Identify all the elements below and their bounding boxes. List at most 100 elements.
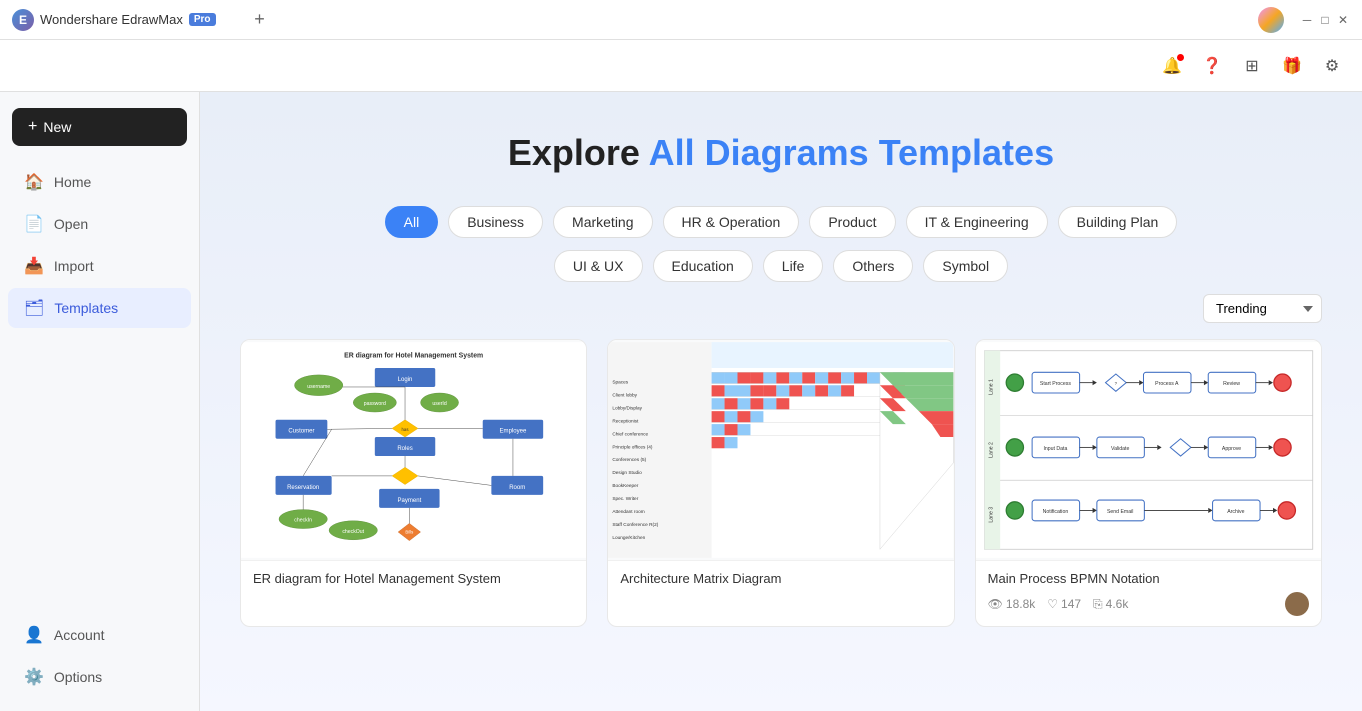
filter-chip-symbol[interactable]: Symbol — [923, 250, 1008, 282]
sidebar-item-import-label: Import — [54, 258, 94, 274]
import-icon: 📥 — [24, 256, 44, 276]
svg-text:checkOut: checkOut — [342, 529, 364, 535]
svg-text:Staff Conference R(2): Staff Conference R(2) — [613, 522, 659, 528]
svg-text:password: password — [364, 401, 386, 407]
options-icon: ⚙️ — [24, 667, 44, 687]
filter-chip-hr-operation[interactable]: HR & Operation — [663, 206, 800, 238]
svg-text:Client lobby: Client lobby — [613, 392, 638, 398]
svg-text:Room: Room — [509, 485, 525, 491]
svg-text:Archive: Archive — [1227, 509, 1244, 515]
template-card-bpmn[interactable]: Lane 1 Lane 2 Lane 3 Start Process — [975, 339, 1322, 627]
svg-text:Start Process: Start Process — [1040, 381, 1071, 387]
gift-icon[interactable]: 🎁 — [1278, 52, 1306, 80]
sort-bar: Trending Newest Most Popular — [240, 294, 1322, 323]
filter-chip-education[interactable]: Education — [653, 250, 753, 282]
user-avatar[interactable] — [1258, 7, 1284, 33]
template-thumb-architecture-matrix: Available Not avail Spaces Client lobby … — [608, 340, 953, 560]
title-bar: E Wondershare EdrawMax Pro + ─ □ ✕ — [0, 0, 1362, 40]
template-name-bpmn: Main Process BPMN Notation — [988, 571, 1309, 586]
svg-text:Approve: Approve — [1222, 446, 1241, 452]
notification-dot — [1177, 54, 1184, 61]
filter-row-1: All Business Marketing HR & Operation Pr… — [240, 206, 1322, 238]
sidebar-item-templates[interactable]: 🗂 Templates — [8, 288, 191, 328]
svg-text:checkIn: checkIn — [294, 518, 312, 524]
svg-text:Attendant room: Attendant room — [613, 509, 645, 515]
filter-chip-others[interactable]: Others — [833, 250, 913, 282]
sidebar-item-options-label: Options — [54, 669, 102, 685]
title-bar-actions: ─ □ ✕ — [1258, 7, 1350, 33]
maximize-button[interactable]: □ — [1318, 13, 1332, 27]
svg-text:Process A: Process A — [1155, 381, 1179, 387]
filter-chip-business[interactable]: Business — [448, 206, 543, 238]
template-author-avatar — [1285, 592, 1309, 616]
svg-text:username: username — [307, 384, 330, 390]
bpmn-likes-count: 147 — [1061, 597, 1081, 611]
svg-text:BookKeeper: BookKeeper — [613, 483, 639, 489]
app-logo-area: E Wondershare EdrawMax Pro + — [12, 8, 1258, 32]
svg-text:Payment: Payment — [397, 498, 421, 504]
filter-row-2: UI & UX Education Life Others Symbol — [240, 250, 1322, 282]
account-icon: 👤 — [24, 625, 44, 645]
svg-text:Customer: Customer — [288, 429, 314, 435]
template-stats-bpmn: 👁 18.8k ♡ 147 ⎘ 4.6k — [988, 592, 1309, 616]
svg-text:Validate: Validate — [1111, 446, 1129, 452]
help-icon[interactable]: ❓ — [1198, 52, 1226, 80]
template-info-architecture-matrix: Architecture Matrix Diagram — [608, 560, 953, 602]
svg-text:has: has — [402, 427, 409, 432]
svg-text:Lane 2: Lane 2 — [988, 442, 994, 458]
filter-chip-all[interactable]: All — [385, 206, 439, 238]
filter-chip-ui-ux[interactable]: UI & UX — [554, 250, 643, 282]
settings-icon[interactable]: ⚙ — [1318, 52, 1346, 80]
grid-icon[interactable]: ⊞ — [1238, 52, 1266, 80]
filter-chip-building-plan[interactable]: Building Plan — [1058, 206, 1178, 238]
template-name-er-hotel: ER diagram for Hotel Management System — [253, 571, 574, 586]
svg-text:Conferences (5): Conferences (5) — [613, 457, 647, 463]
toolbar: 🔔 ❓ ⊞ 🎁 ⚙ — [0, 40, 1362, 92]
svg-text:ER diagram for Hotel Managemen: ER diagram for Hotel Management System — [344, 353, 483, 360]
sidebar-item-options[interactable]: ⚙️ Options — [8, 657, 191, 697]
bpmn-views: 👁 18.8k — [988, 597, 1036, 611]
page-title: Explore All Diagrams Templates — [240, 132, 1322, 174]
main-layout: + New 🏠 Home 📄 Open 📥 Import 🗂 Templates… — [0, 92, 1362, 711]
svg-text:Lobby/Display: Lobby/Display — [613, 405, 643, 411]
svg-text:Spec. Writer: Spec. Writer — [613, 496, 639, 502]
svg-text:Employee: Employee — [500, 429, 527, 435]
toolbar-right: 🔔 ❓ ⊞ 🎁 ⚙ — [1158, 52, 1346, 80]
pro-badge: Pro — [189, 13, 216, 26]
svg-text:Reservation: Reservation — [287, 485, 319, 491]
bpmn-copies: ⎘ 4.6k — [1093, 597, 1128, 612]
title-highlight: All Diagrams Templates — [649, 132, 1054, 173]
svg-text:Lounge/Kitchen: Lounge/Kitchen — [613, 535, 646, 541]
svg-text:Input Data: Input Data — [1043, 446, 1067, 452]
filter-chip-product[interactable]: Product — [809, 206, 895, 238]
svg-text:Send Email: Send Email — [1107, 509, 1133, 515]
template-card-architecture-matrix[interactable]: Available Not avail Spaces Client lobby … — [607, 339, 954, 627]
svg-text:Chief conference: Chief conference — [613, 431, 649, 437]
window-controls: ─ □ ✕ — [1300, 13, 1350, 27]
home-icon: 🏠 — [24, 172, 44, 192]
template-thumb-bpmn: Lane 1 Lane 2 Lane 3 Start Process — [976, 340, 1321, 560]
sidebar-item-open-label: Open — [54, 216, 88, 232]
sort-dropdown[interactable]: Trending Newest Most Popular — [1203, 294, 1322, 323]
new-tab-button[interactable]: + — [248, 8, 272, 32]
sidebar-item-home-label: Home — [54, 174, 91, 190]
sidebar-item-account[interactable]: 👤 Account — [8, 615, 191, 655]
app-name-label: Wondershare EdrawMax — [40, 12, 183, 27]
sidebar-item-home[interactable]: 🏠 Home — [8, 162, 191, 202]
svg-text:Design Studio: Design Studio — [613, 470, 643, 476]
sidebar-item-open[interactable]: 📄 Open — [8, 204, 191, 244]
sidebar-item-import[interactable]: 📥 Import — [8, 246, 191, 286]
filter-chip-marketing[interactable]: Marketing — [553, 206, 652, 238]
notification-icon[interactable]: 🔔 — [1158, 52, 1186, 80]
filter-chip-life[interactable]: Life — [763, 250, 824, 282]
template-card-er-hotel[interactable]: ER diagram for Hotel Management System L… — [240, 339, 587, 627]
bpmn-likes: ♡ 147 — [1047, 597, 1081, 611]
filter-chip-it-engineering[interactable]: IT & Engineering — [906, 206, 1048, 238]
new-button[interactable]: + New — [12, 108, 187, 146]
svg-text:Spaces: Spaces — [613, 380, 629, 386]
template-grid: ER diagram for Hotel Management System L… — [240, 339, 1322, 627]
minimize-button[interactable]: ─ — [1300, 13, 1314, 27]
template-thumb-er-hotel: ER diagram for Hotel Management System L… — [241, 340, 586, 560]
close-button[interactable]: ✕ — [1336, 13, 1350, 27]
svg-text:Principle offices (4): Principle offices (4) — [613, 444, 654, 450]
